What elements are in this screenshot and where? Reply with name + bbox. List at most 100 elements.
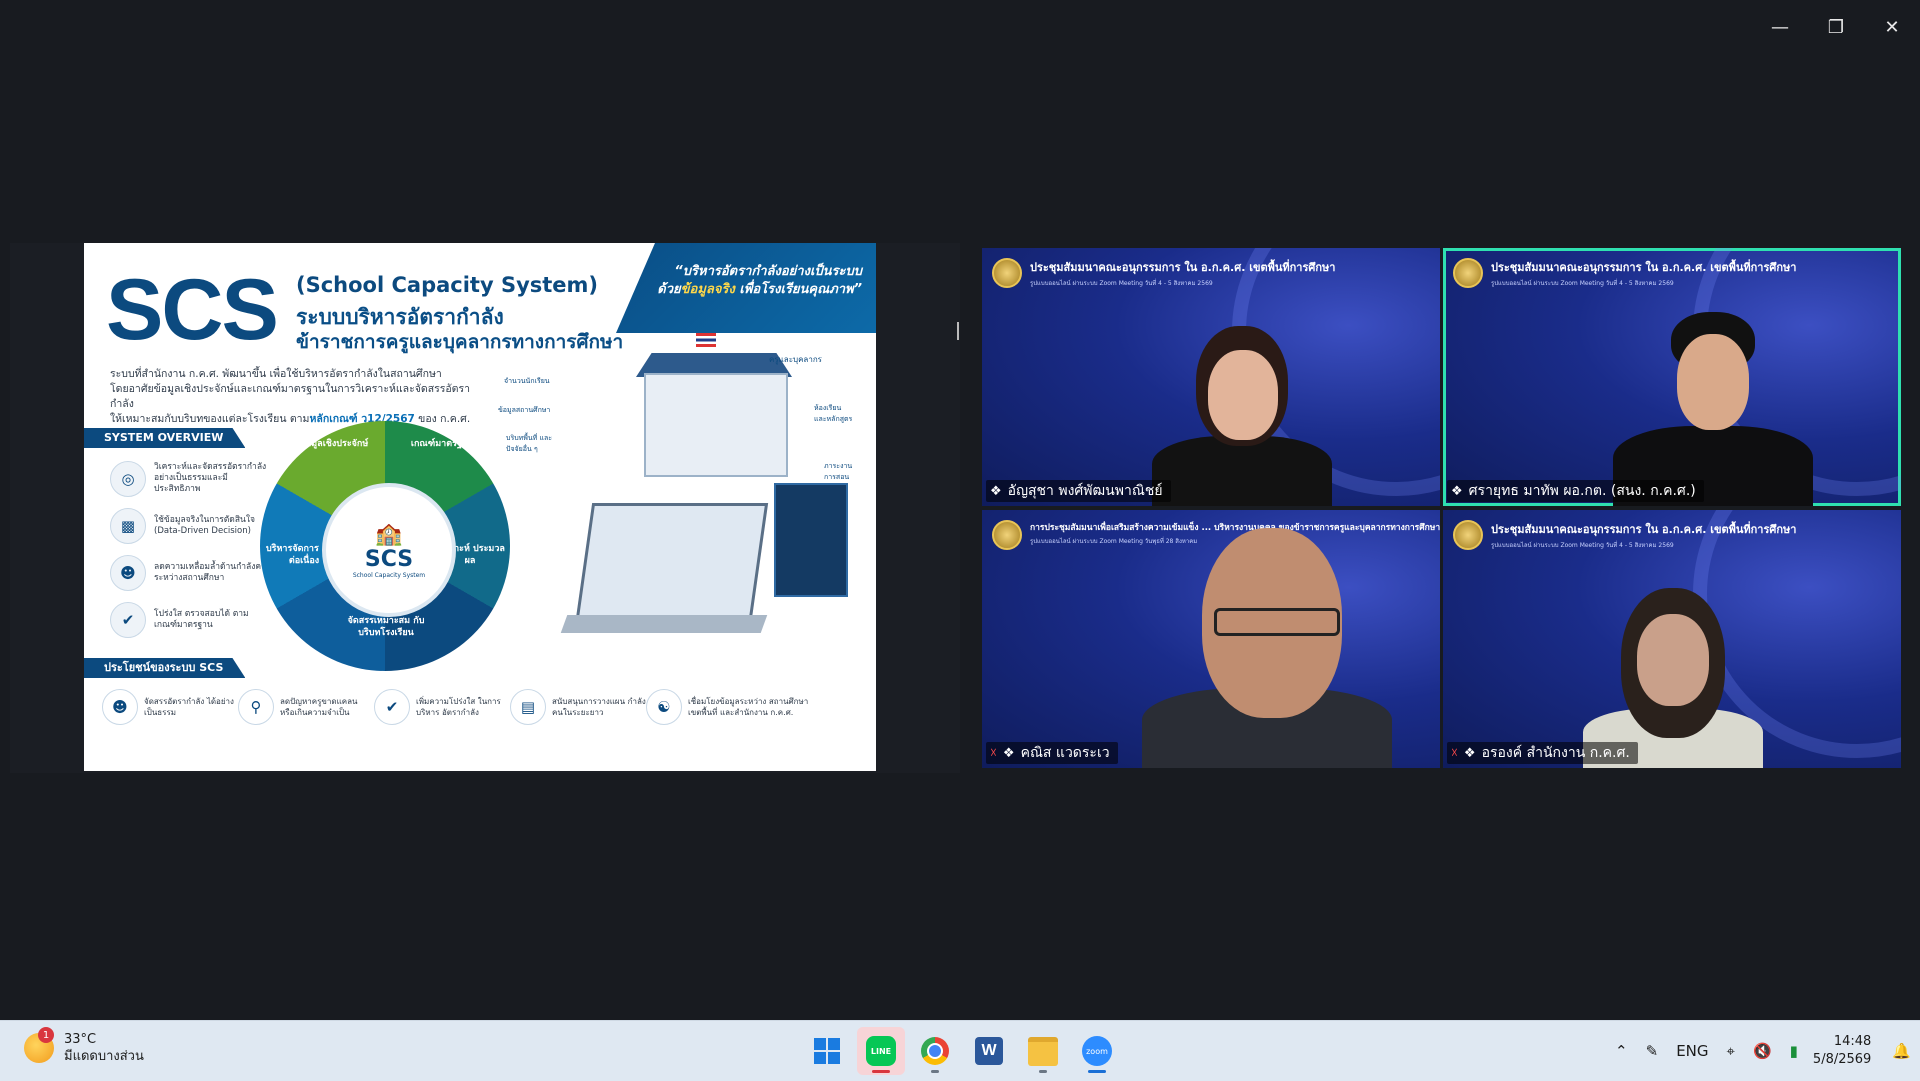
desc-text: ให้เหมาะสมกับบริบทของแต่ละโรงเรียน ตาม xyxy=(110,413,310,425)
windows-icon xyxy=(814,1038,840,1064)
banner-title: ประชุมสัมมนาคณะอนุกรรมการ ใน อ.ก.ค.ศ. เข… xyxy=(1491,261,1797,274)
overview-text: โปร่งใส ตรวจสอบได้ ตามเกณฑ์มาตรฐาน xyxy=(154,608,249,630)
restore-icon[interactable]: ❐ xyxy=(1808,0,1864,54)
illus-label: ข้อมูลสถานศึกษา xyxy=(498,406,551,414)
banner-title: ประชุมสัมมนาคณะอนุกรรมการ ใน อ.ก.ค.ศ. เข… xyxy=(1030,261,1336,274)
pin-icon: ❖ xyxy=(1451,483,1463,499)
slide-quote: “บริหารอัตรากำลังอย่างเป็นระบบ ด้วยข้อมู… xyxy=(622,263,862,299)
laptop-base xyxy=(560,615,768,633)
overview-item: ☻ ลดความเหลื่อมล้ำด้านกำลังคน ระหว่างสถาน… xyxy=(110,549,270,596)
benefits-heading: ประโยชน์ของระบบ SCS xyxy=(84,658,246,678)
quote-line-2: ด้วยข้อมูลจริง เพื่อโรงเรียนคุณภาพ” xyxy=(622,281,862,299)
participant-name: อัญสุชา พงศ์พัฒนพาณิชย์ xyxy=(1007,483,1163,499)
participant-name: ศรายุทธ มาทัพ ผอ.กต. (สนง. ก.ค.ศ.) xyxy=(1468,483,1696,499)
benefit-text: สนับสนุนการวางแผน กำลังคนในระยะยาว xyxy=(552,697,646,717)
banner-subtitle: รูปแบบออนไลน์ ผ่านระบบ Zoom Meeting วันท… xyxy=(1491,542,1674,549)
network-icon: ☯ xyxy=(646,689,682,725)
language-indicator[interactable]: ENG xyxy=(1676,1042,1708,1060)
dashboard-panel xyxy=(774,483,848,597)
pin-icon: ❖ xyxy=(1463,745,1476,761)
participant-face xyxy=(1208,350,1278,440)
search-person-icon: ⚲ xyxy=(238,689,274,725)
chrome-app[interactable] xyxy=(911,1027,959,1075)
line-app[interactable]: LINE xyxy=(857,1027,905,1075)
participant-nametag: ❖ อัญสุชา พงศ์พัฒนพาณิชย์ xyxy=(986,480,1171,502)
volume-muted-icon[interactable]: 🔇 xyxy=(1753,1042,1772,1060)
minimize-icon[interactable]: — xyxy=(1752,0,1808,54)
benefit-item: ☯ เชื่อมโยงข้อมูลระหว่าง สถานศึกษา เขตพื้… xyxy=(646,689,816,725)
wheel-segment: ข้อมูลเชิงประจักษ์ xyxy=(299,439,369,449)
overview-text: วิเคราะห์และจัดสรรอัตรากำลัง อย่างเป็นธร… xyxy=(154,462,267,494)
shield-icon: ✔ xyxy=(110,601,146,638)
quote-line-1: “บริหารอัตรากำลังอย่างเป็นระบบ xyxy=(674,264,862,279)
mic-muted-icon: ☓ xyxy=(1451,745,1458,761)
school-illustration: ครูและบุคลากร ห้องเรียน และหลักสูตร ภาระ… xyxy=(498,333,876,723)
wheel-segment: เกณฑ์มาตรฐาน xyxy=(410,439,474,449)
overview-text: ลดความเหลื่อมล้ำด้านกำลังคน ระหว่างสถานศ… xyxy=(154,561,267,583)
quote-highlight: ข้อมูลจริง xyxy=(680,282,735,297)
weather-sun-icon: 1 xyxy=(24,1027,54,1063)
line-icon: LINE xyxy=(866,1036,896,1066)
benefit-text: เชื่อมโยงข้อมูลระหว่าง สถานศึกษา เขตพื้น… xyxy=(688,697,809,717)
video-tile[interactable]: การประชุมสัมมนาเพื่อเสริมสร้างความเข้มแข… xyxy=(982,510,1440,768)
taskbar-apps: LINE W zoom xyxy=(800,1027,1124,1075)
taskbar: 1 33°C มีแดดบางส่วน LINE W zoom ⌃ ✎ ENG … xyxy=(0,1020,1920,1081)
benefit-text: ลดปัญหาครูขาดแคลน หรือเกินความจำเป็น xyxy=(280,697,358,717)
benefits-list: ☻ จัดสรรอัตรากำลัง ได้อย่างเป็นธรรม ⚲ ลดปั… xyxy=(102,689,862,725)
chart-icon: ▩ xyxy=(110,507,146,544)
notification-badge: 1 xyxy=(38,1027,54,1043)
quote-text: ด้วย xyxy=(657,282,681,297)
weather-description: มีแดดบางส่วน xyxy=(64,1049,144,1064)
clipboard-icon: ▤ xyxy=(510,689,546,725)
video-tile-active-speaker[interactable]: ประชุมสัมมนาคณะอนุกรรมการ ใน อ.ก.ค.ศ. เข… xyxy=(1443,248,1901,506)
illus-label: ครูและบุคลากร xyxy=(769,355,822,364)
running-indicator xyxy=(1039,1070,1047,1073)
zoom-icon: zoom xyxy=(1082,1036,1112,1066)
participant-face xyxy=(1677,334,1749,430)
wheel-segment: จัดสรรเหมาะสม กับบริบทโรงเรียน xyxy=(347,616,425,638)
zoom-app[interactable]: zoom xyxy=(1073,1027,1121,1075)
pin-icon: ❖ xyxy=(990,483,1002,499)
participant-nametag: ☓ ❖ คณิส แวดระเว xyxy=(986,742,1118,764)
chrome-icon xyxy=(921,1037,949,1065)
shared-slide: “บริหารอัตรากำลังอย่างเป็นระบบ ด้วยข้อมู… xyxy=(84,243,876,771)
pen-icon[interactable]: ✎ xyxy=(1646,1042,1659,1060)
system-tray: ⌃ ✎ ENG ⌖ 🔇 ▮ 14:48 5/8/2569 🔔 xyxy=(1606,1021,1920,1081)
weather-widget[interactable]: 1 33°C มีแดดบางส่วน xyxy=(24,1027,144,1065)
desc-text: ของ ก.ค.ศ. xyxy=(414,413,471,425)
illus-label: ห้องเรียน และหลักสูตร xyxy=(814,404,853,423)
video-tile[interactable]: ประชุมสัมมนาคณะอนุกรรมการ ใน อ.ก.ค.ศ. เข… xyxy=(1443,510,1901,768)
file-explorer-app[interactable] xyxy=(1019,1027,1067,1075)
splitter-handle[interactable] xyxy=(957,322,959,340)
wifi-icon[interactable]: ⌖ xyxy=(1727,1042,1735,1060)
slide-logo: SCS xyxy=(106,262,279,358)
quote-text: เพื่อโรงเรียนคุณภาพ” xyxy=(734,282,862,297)
video-gallery: ประชุมสัมมนาคณะอนุกรรมการ ใน อ.ก.ค.ศ. เข… xyxy=(982,248,1904,768)
illus-label: ภาระงาน การสอน xyxy=(824,462,853,481)
seal-icon xyxy=(992,258,1022,288)
wheel-center: 🏫 SCS School Capacity System xyxy=(322,483,456,617)
chevron-up-icon[interactable]: ⌃ xyxy=(1615,1042,1628,1060)
clock-time: 14:48 xyxy=(1833,1034,1872,1049)
overview-text: ใช้ข้อมูลจริงในการตัดสินใจ (Data-Driven … xyxy=(154,514,255,536)
benefit-item: ⚲ ลดปัญหาครูขาดแคลน หรือเกินความจำเป็น xyxy=(238,689,374,725)
video-tile[interactable]: ประชุมสัมมนาคณะอนุกรรมการ ใน อ.ก.ค.ศ. เข… xyxy=(982,248,1440,506)
active-indicator xyxy=(872,1070,890,1073)
start-button[interactable] xyxy=(803,1027,851,1075)
shield-check-icon: ✔ xyxy=(374,689,410,725)
close-icon[interactable]: ✕ xyxy=(1864,0,1920,54)
people-icon: ☻ xyxy=(110,554,146,591)
banner-subtitle: รูปแบบออนไลน์ ผ่านระบบ Zoom Meeting วันท… xyxy=(1030,280,1213,287)
clock[interactable]: 14:48 5/8/2569 xyxy=(1813,1033,1871,1069)
seal-icon xyxy=(1453,258,1483,288)
notification-bell-icon[interactable]: 🔔 xyxy=(1892,1042,1911,1060)
participant-video xyxy=(1142,528,1392,768)
word-app[interactable]: W xyxy=(965,1027,1013,1075)
mic-muted-icon: ☓ xyxy=(990,745,997,761)
participant-nametag: ❖ ศรายุทธ มาทัพ ผอ.กต. (สนง. ก.ค.ศ.) xyxy=(1447,480,1704,502)
wheel-center-sub: School Capacity System xyxy=(352,571,426,579)
battery-icon[interactable]: ▮ xyxy=(1790,1042,1798,1060)
participant-face xyxy=(1637,614,1709,706)
desc-line: ระบบที่สำนักงาน ก.ค.ศ. พัฒนาขึ้น เพื่อใช… xyxy=(110,368,442,380)
benefit-item: ☻ จัดสรรอัตรากำลัง ได้อย่างเป็นธรรม xyxy=(102,689,238,725)
